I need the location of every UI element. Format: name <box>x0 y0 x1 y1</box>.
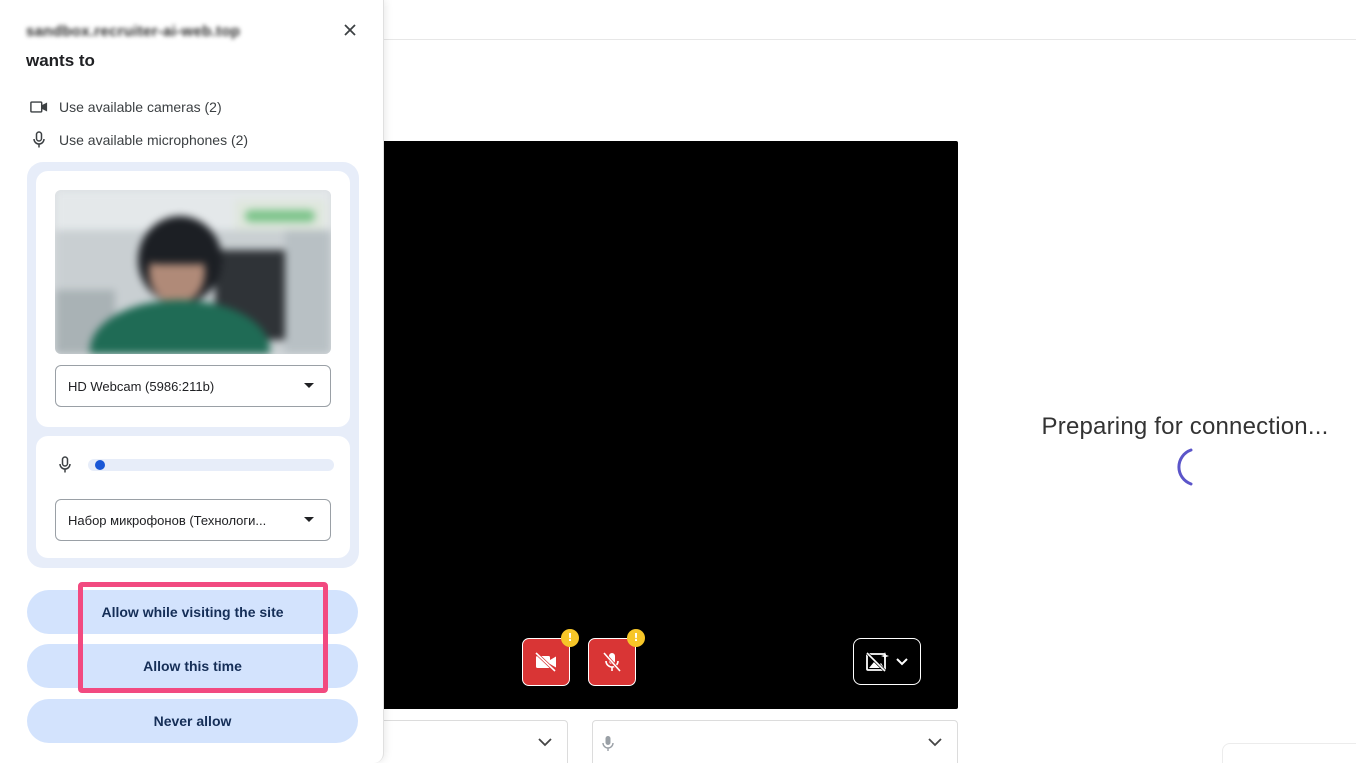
prompt-heading: wants to <box>26 51 95 70</box>
corner-panel <box>1222 743 1356 763</box>
permission-prompt: sandbox.recruiter-ai-web.top wants to Us… <box>0 0 384 763</box>
camera-select-value: HD Webcam (5986:211b) <box>68 378 215 394</box>
close-icon <box>344 24 356 36</box>
device-preview-panel: HD Webcam (5986:211b) Набор микрофонов (… <box>27 162 359 568</box>
header-divider <box>384 39 1356 40</box>
allow-while-visiting-button[interactable]: Allow while visiting the site <box>27 590 358 634</box>
microphone-preview-card: Набор микрофонов (Технологи... <box>36 436 350 558</box>
permission-camera: Use available cameras (2) <box>30 97 222 117</box>
camera-off-icon <box>534 651 557 673</box>
loading-spinner-icon <box>1177 448 1193 486</box>
microphone-toggle-button[interactable]: ! <box>588 629 645 686</box>
mic-level-indicator <box>95 460 106 470</box>
allow-this-time-button[interactable]: Allow this time <box>27 644 358 688</box>
microphone-icon <box>30 131 48 149</box>
microphone-warning-badge: ! <box>627 629 645 647</box>
permission-camera-label: Use available cameras (2) <box>59 99 222 115</box>
permission-microphone: Use available microphones (2) <box>30 130 248 150</box>
camera-toggle-button[interactable]: ! <box>522 629 579 686</box>
dropdown-caret-icon <box>304 517 314 522</box>
camera-warning-badge: ! <box>561 629 579 647</box>
status-text: Preparing for connection... <box>1041 413 1329 440</box>
site-origin: sandbox.recruiter-ai-web.top <box>26 23 241 40</box>
audio-device-select[interactable] <box>592 720 958 763</box>
camera-preview-card: HD Webcam (5986:211b) <box>36 171 350 427</box>
microphone-icon <box>602 736 614 751</box>
never-allow-button[interactable]: Never allow <box>27 699 358 743</box>
effects-off-icon <box>865 651 889 672</box>
chevron-down-icon <box>538 738 552 747</box>
camera-select[interactable]: HD Webcam (5986:211b) <box>55 365 331 407</box>
mic-level-meter <box>88 459 334 471</box>
microphone-icon <box>59 456 71 473</box>
dropdown-caret-icon <box>304 383 314 388</box>
close-button[interactable] <box>338 18 362 42</box>
app-window: ! ! Preparing for connection... sandbox.… <box>0 0 1356 763</box>
background-effects-button[interactable] <box>853 638 921 685</box>
permission-microphone-label: Use available microphones (2) <box>59 132 249 148</box>
chevron-down-icon <box>928 738 942 747</box>
microphone-select[interactable]: Набор микрофонов (Технологи... <box>55 499 331 541</box>
chevron-down-icon <box>896 657 908 665</box>
microphone-off-icon <box>602 652 622 672</box>
video-preview-stage: ! ! <box>350 141 958 709</box>
mic-level-row <box>58 455 334 475</box>
microphone-select-value: Набор микрофонов (Технологи... <box>68 512 267 528</box>
connection-status: Preparing for connection... <box>1020 413 1350 492</box>
camera-icon <box>30 100 48 114</box>
camera-preview-image <box>55 190 331 354</box>
